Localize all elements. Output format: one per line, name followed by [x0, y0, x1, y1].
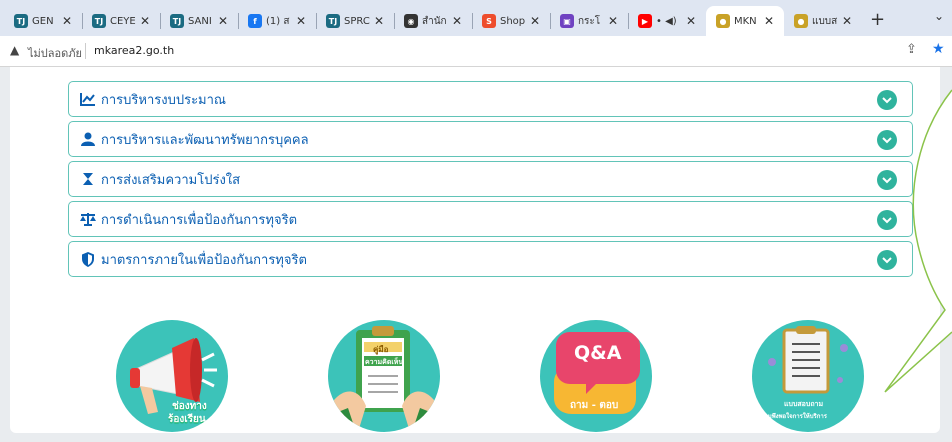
tab-favicon-icon: TJ: [326, 14, 340, 28]
survey-label-1: แบบสอบถาม: [784, 400, 824, 408]
share-icon[interactable]: ⇪: [906, 42, 917, 57]
qa-button[interactable]: Q&A ถาม - ตอบ: [540, 320, 652, 432]
close-tab-icon[interactable]: ✕: [764, 14, 774, 28]
accordion-label: มาตรการภายในเพื่อป้องกันการทุจริต: [101, 252, 307, 268]
url-field[interactable]: mkarea2.go.th: [94, 44, 174, 57]
chevron-down-icon[interactable]: [877, 250, 897, 270]
close-tab-icon[interactable]: ✕: [608, 14, 618, 28]
accordion-item-internal-measures[interactable]: มาตรการภายในเพื่อป้องกันการทุจริต: [68, 241, 913, 277]
manual-button[interactable]: คู่มือ ความคิดเห็น: [328, 320, 440, 432]
browser-tab[interactable]: ● MKN ✕: [706, 6, 784, 36]
tab-favicon-icon: f: [248, 14, 262, 28]
chat-bubble-icon: [554, 332, 640, 414]
tab-title: GEN: [32, 15, 54, 27]
tab-favicon-icon: ▶: [638, 14, 652, 28]
tab-title: กระโ: [578, 15, 601, 27]
tab-separator: [550, 13, 551, 29]
new-tab-button[interactable]: +: [870, 6, 885, 36]
browser-tab[interactable]: ▣ กระโ ✕: [550, 6, 628, 36]
tab-separator: [160, 13, 161, 29]
user-icon: [80, 131, 96, 147]
address-separator: [85, 43, 86, 59]
tab-separator: [316, 13, 317, 29]
browser-tab[interactable]: TJ CEYE ✕: [82, 6, 160, 36]
tab-title: SANI: [188, 15, 212, 27]
browser-tab[interactable]: TJ GEN ✕: [4, 6, 82, 36]
browser-tab[interactable]: ◉ สำนัก ✕: [394, 6, 472, 36]
tab-favicon-icon: S: [482, 14, 496, 28]
complaint-label-2: ร้องเรียน: [168, 414, 206, 425]
tab-separator: [238, 13, 239, 29]
tab-title: (1) ส: [266, 15, 290, 27]
close-tab-icon[interactable]: ✕: [530, 14, 540, 28]
accordion-label: การดำเนินการเพื่อป้องกันการทุจริต: [101, 212, 298, 228]
warning-icon[interactable]: ▲: [10, 43, 19, 57]
accordion-item-transparency[interactable]: การส่งเสริมความโปร่งใส: [68, 161, 913, 197]
tab-title: CEYE: [110, 15, 136, 27]
tab-search-button[interactable]: ⌄: [934, 9, 944, 23]
tab-favicon-icon: ●: [716, 14, 730, 28]
survey-label-2: ความพึงพอใจการให้บริการ: [757, 413, 827, 420]
accordion-item-hr[interactable]: การบริหารและพัฒนาทรัพยากรบุคคล: [68, 121, 913, 157]
accordion-label: การส่งเสริมความโปร่งใส: [101, 172, 241, 188]
tab-separator: [394, 13, 395, 29]
chevron-down-icon[interactable]: [877, 210, 897, 230]
tab-favicon-icon: ◉: [404, 14, 418, 28]
manual-subtitle: ความคิดเห็น: [365, 358, 404, 366]
qa-title: Q&A: [574, 342, 622, 364]
close-tab-icon[interactable]: ✕: [62, 14, 72, 28]
complaint-channel-button[interactable]: ช่องทาง ร้องเรียน: [116, 320, 228, 432]
hourglass-icon: [80, 171, 96, 187]
insecure-label[interactable]: ไม่ปลอดภัย: [28, 44, 82, 62]
tab-title: MKN: [734, 15, 757, 27]
tab-separator: [82, 13, 83, 29]
address-bar: ▲ ไม่ปลอดภัย mkarea2.go.th ⇪ ★: [0, 36, 952, 67]
tab-favicon-icon: TJ: [92, 14, 106, 28]
browser-tab[interactable]: ● แบบส ✕: [784, 6, 862, 36]
qa-subtitle: ถาม - ตอบ: [570, 400, 619, 411]
tab-favicon-icon: ▣: [560, 14, 574, 28]
tab-title: Shop: [500, 15, 526, 27]
shield-icon: [80, 251, 96, 267]
close-tab-icon[interactable]: ✕: [842, 14, 852, 28]
close-tab-icon[interactable]: ✕: [452, 14, 462, 28]
content-card: การบริหารงบประมาณ การบริหารและพัฒนาทรัพย…: [10, 67, 940, 433]
tab-separator: [628, 13, 629, 29]
accordion-item-anti-corruption[interactable]: การดำเนินการเพื่อป้องกันการทุจริต: [68, 201, 913, 237]
page-background: การบริหารงบประมาณ การบริหารและพัฒนาทรัพย…: [0, 67, 952, 442]
manual-title: คู่มือ: [373, 345, 389, 354]
close-tab-icon[interactable]: ✕: [296, 14, 306, 28]
chevron-down-icon[interactable]: [877, 130, 897, 150]
tab-favicon-icon: TJ: [14, 14, 28, 28]
tab-title: สำนัก: [422, 15, 447, 27]
satisfaction-survey-button[interactable]: แบบสอบถาม ความพึงพอใจการให้บริการ: [752, 320, 864, 432]
tab-title: • ◀): [656, 15, 677, 27]
bookmark-star-icon[interactable]: ★: [932, 41, 945, 57]
chart-line-icon: [80, 91, 96, 107]
browser-tab[interactable]: TJ SANI ✕: [160, 6, 238, 36]
tab-title: แบบส: [812, 15, 838, 27]
close-tab-icon[interactable]: ✕: [374, 14, 384, 28]
browser-tab[interactable]: S Shop ✕: [472, 6, 550, 36]
browser-tab[interactable]: ▶ • ◀) ✕: [628, 6, 706, 36]
close-tab-icon[interactable]: ✕: [686, 14, 696, 28]
close-tab-icon[interactable]: ✕: [140, 14, 150, 28]
close-tab-icon[interactable]: ✕: [218, 14, 228, 28]
clipboard-icon: [328, 326, 440, 432]
tab-favicon-icon: TJ: [170, 14, 184, 28]
browser-tab[interactable]: f (1) ส ✕: [238, 6, 316, 36]
tab-separator: [472, 13, 473, 29]
tab-title: SPRC: [344, 15, 370, 27]
scale-icon: [80, 211, 96, 227]
accordion-label: การบริหารและพัฒนาทรัพยากรบุคคล: [101, 132, 309, 148]
tab-favicon-icon: ●: [794, 14, 808, 28]
accordion-label: การบริหารงบประมาณ: [101, 92, 226, 108]
browser-tab[interactable]: TJ SPRC ✕: [316, 6, 394, 36]
browser-tab-strip: TJ GEN ✕ TJ CEYE ✕ TJ SANI ✕ f (1) ส ✕ TJ SPRC ✕ ◉ สำนัก…: [0, 0, 952, 36]
chevron-down-icon[interactable]: [877, 170, 897, 190]
accordion-item-budget[interactable]: การบริหารงบประมาณ: [68, 81, 913, 117]
chevron-down-icon[interactable]: [877, 90, 897, 110]
